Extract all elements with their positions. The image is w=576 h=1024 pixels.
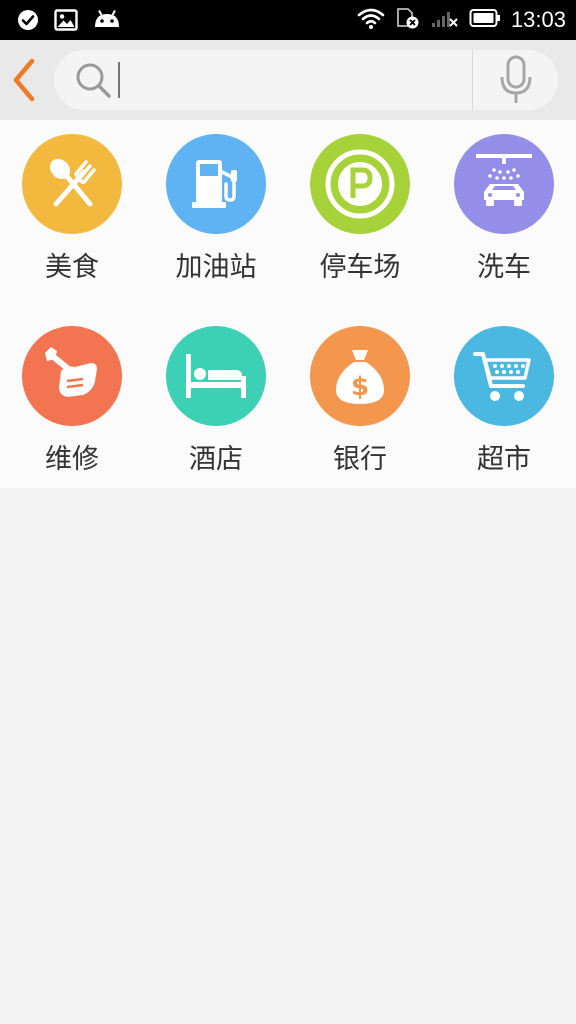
category-label: 加油站 — [175, 252, 257, 283]
wrench-hand-icon — [22, 326, 122, 426]
android-icon — [92, 9, 122, 35]
fork-spoon-icon — [22, 134, 122, 234]
category-car-wash[interactable]: 洗车 — [432, 120, 576, 304]
text-cursor — [118, 62, 120, 98]
category-hotel[interactable]: 酒店 — [144, 312, 288, 496]
chevron-left-icon — [13, 58, 35, 102]
search-box[interactable] — [54, 50, 558, 110]
car-wash-icon — [454, 134, 554, 234]
category-label: 美食 — [45, 252, 99, 283]
check-circle-icon — [16, 8, 40, 36]
empty-content-area — [0, 488, 576, 1024]
search-divider — [472, 50, 473, 110]
category-food[interactable]: 美食 — [0, 120, 144, 304]
category-bank[interactable]: $ 银行 — [288, 312, 432, 496]
shopping-cart-icon — [454, 326, 554, 426]
category-label: 超市 — [477, 444, 531, 475]
back-button[interactable] — [4, 54, 44, 106]
category-label: 停车场 — [319, 252, 401, 283]
category-parking[interactable]: 停车场 — [288, 120, 432, 304]
microphone-icon — [500, 55, 532, 103]
sim-error-icon — [395, 6, 421, 34]
status-bar: 13:03 — [0, 0, 576, 40]
category-grid: 美食 加油站 停车场 洗车 维修 酒店 $ 银行 超市 — [0, 120, 576, 488]
status-bar-system: 13:03 — [347, 6, 566, 34]
category-label: 酒店 — [189, 444, 243, 475]
category-label: 维修 — [45, 444, 99, 475]
category-supermarket[interactable]: 超市 — [432, 312, 576, 496]
magnifier-icon — [74, 61, 114, 105]
category-gas-station[interactable]: 加油站 — [144, 120, 288, 304]
signal-no-service-icon — [431, 6, 459, 34]
search-input[interactable] — [116, 58, 520, 104]
search-bar — [0, 40, 576, 120]
svg-text:$: $ — [351, 372, 369, 402]
category-label: 洗车 — [477, 252, 531, 283]
parking-icon — [310, 134, 410, 234]
category-repair[interactable]: 维修 — [0, 312, 144, 496]
bed-icon — [166, 326, 266, 426]
category-label: 银行 — [333, 444, 387, 475]
status-time: 13:03 — [510, 7, 566, 32]
voice-search-button[interactable] — [486, 54, 546, 106]
money-bag-icon: $ — [310, 326, 410, 426]
image-icon — [54, 9, 78, 35]
battery-icon — [469, 8, 501, 32]
fuel-pump-icon — [166, 134, 266, 234]
wifi-icon — [357, 6, 385, 34]
status-bar-notifications — [16, 8, 136, 36]
